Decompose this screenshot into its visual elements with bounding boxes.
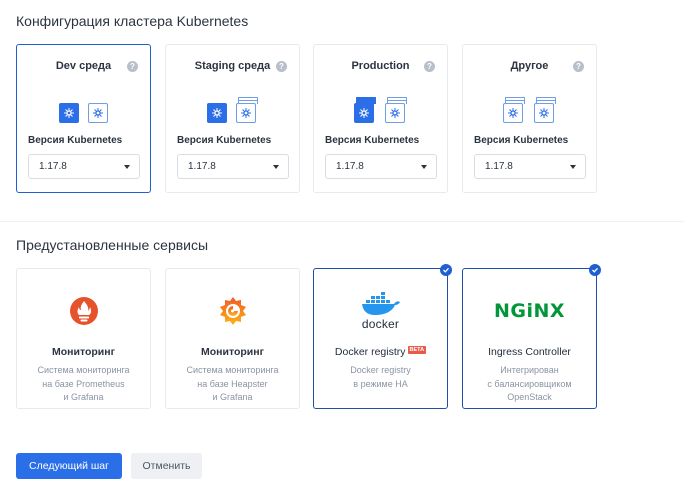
kubernetes-node-stack-icon [354,97,376,123]
chevron-down-icon [421,165,427,169]
version-label: Версия Kubernetes [325,135,420,146]
cluster-card-staging[interactable]: Staging среда ? Версия Kubernetes 1.17.8 [165,44,300,193]
chevron-down-icon [124,165,130,169]
next-step-button[interactable]: Следующий шаг [16,453,122,479]
chevron-down-icon [570,165,576,169]
cluster-card-production[interactable]: Production ? Версия Kubernetes 1.17.8 [313,44,448,193]
kubernetes-node-stack-icon [534,97,556,123]
version-value: 1.17.8 [336,161,364,172]
description-line: Система мониторинга [37,365,130,375]
version-value: 1.17.8 [188,161,216,172]
service-name: Ingress Controller [488,346,571,358]
beta-badge: BETA [407,346,427,354]
help-icon[interactable]: ? [573,61,584,72]
description-line: в режиме HA [353,378,408,389]
description-line: на базе Prometheus [42,378,125,389]
description-line: на базе Heapster [197,378,268,389]
nginx-wordmark: NGiNX [493,300,566,322]
service-description: Система мониторинга на базе Prometheus и… [17,364,150,405]
description-line: с балансировщиком [487,378,572,389]
description-line: и Grafana [212,392,253,402]
service-description: Интегрирован с балансировщиком OpenStack [463,364,596,405]
cluster-card-other[interactable]: Другое ? Версия Kubernetes 1.17.8 [462,44,597,193]
section-divider [0,221,684,222]
service-name: Мониторинг [201,346,264,358]
node-icons [166,95,299,123]
cluster-card-dev[interactable]: Dev среда ? Версия Kubernetes 1.17.8 [16,44,151,193]
service-card-grafana[interactable]: Мониторинг Система мониторинга на базе H… [165,268,300,409]
version-select[interactable]: 1.17.8 [325,154,437,179]
version-label: Версия Kubernetes [28,135,123,146]
docker-wordmark: docker [361,316,400,331]
nginx-logo: NGiNX [463,291,596,331]
grafana-logo [166,291,299,331]
node-icons [463,95,596,123]
kubernetes-node-stack-icon [503,97,525,123]
version-value: 1.17.8 [39,161,67,172]
service-card-prometheus[interactable]: Мониторинг Система мониторинга на базе P… [16,268,151,409]
service-name: Docker registry BETA [314,346,447,358]
node-icons [17,95,150,123]
check-icon [440,264,452,276]
version-select[interactable]: 1.17.8 [28,154,140,179]
description-line: Docker registry [350,365,411,375]
help-icon[interactable]: ? [127,61,138,72]
check-icon [589,264,601,276]
service-description: Docker registry в режиме HA [314,364,447,391]
prometheus-logo [17,291,150,331]
services-title: Предустановленные сервисы [16,237,209,253]
service-name-text: Docker registry [334,346,406,358]
description-line: Интегрирован [500,365,559,375]
description-line: Система мониторинга [186,365,279,375]
cluster-config-title: Конфигурация кластера Kubernetes [16,13,249,29]
help-icon[interactable]: ? [276,61,287,72]
service-card-nginx[interactable]: NGiNX Ingress Controller Интегрирован с … [462,264,601,409]
version-select[interactable]: 1.17.8 [177,154,289,179]
kubernetes-node-icon [88,103,108,123]
cancel-button[interactable]: Отменить [131,453,202,479]
version-label: Версия Kubernetes [474,135,569,146]
chevron-down-icon [273,165,279,169]
version-label: Версия Kubernetes [177,135,272,146]
kubernetes-node-icon [207,103,227,123]
kubernetes-node-stack-icon [385,97,407,123]
service-card-docker[interactable]: docker Docker registry BETA Docker regist… [313,264,452,409]
kubernetes-node-stack-icon [236,97,258,123]
kubernetes-node-icon [59,103,79,123]
node-icons [314,95,447,123]
docker-logo: docker [314,291,447,331]
service-description: Система мониторинга на базе Heapster и G… [166,364,299,405]
service-name: Мониторинг [52,346,115,358]
help-icon[interactable]: ? [424,61,435,72]
description-line: и Grafana [63,392,104,402]
description-line: OpenStack [507,392,552,402]
version-select[interactable]: 1.17.8 [474,154,586,179]
version-value: 1.17.8 [485,161,513,172]
